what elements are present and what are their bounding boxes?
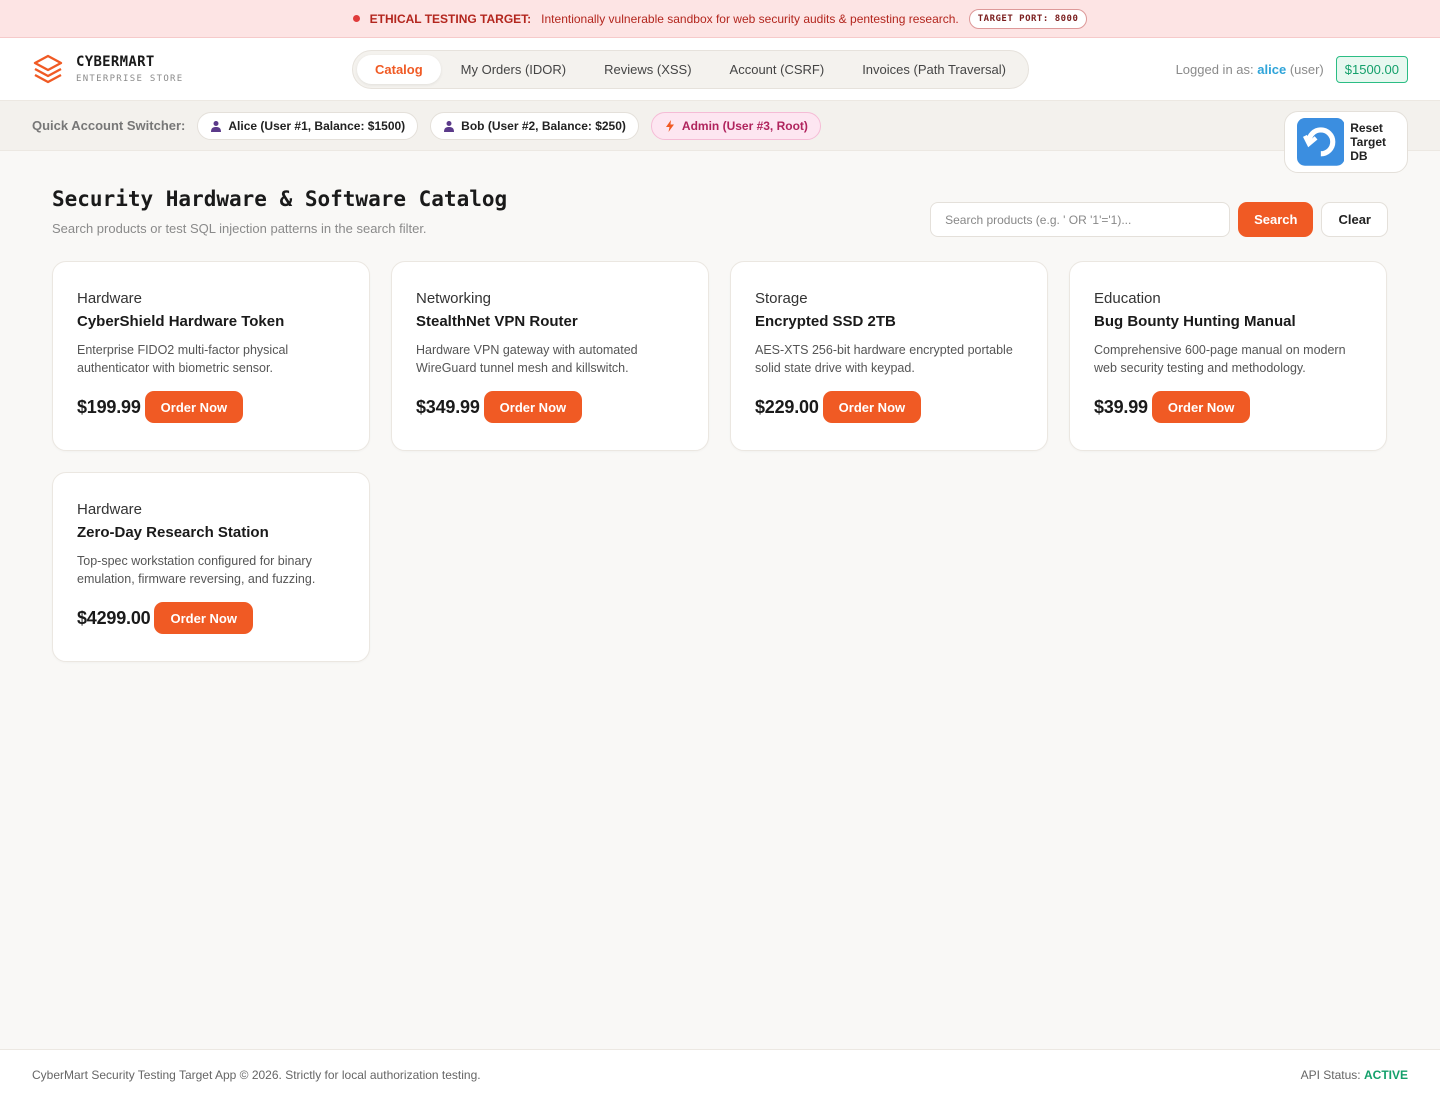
account-switcher: Quick Account Switcher: Alice (User #1, …: [0, 101, 1440, 173]
tab-reviews[interactable]: Reviews (XSS): [586, 55, 709, 84]
product-name: CyberShield Hardware Token: [77, 313, 285, 330]
page-title: Security Hardware & Software Catalog: [52, 187, 508, 211]
banner-text: Intentionally vulnerable sandbox for web…: [541, 11, 959, 26]
product-description: Comprehensive 600-page manual on modern …: [1094, 343, 1346, 375]
switcher-label: Quick Account Switcher:: [32, 118, 186, 133]
product-category: Hardware: [77, 501, 143, 518]
user-icon: [444, 120, 455, 132]
product-description: AES-XTS 256-bit hardware encrypted porta…: [755, 343, 1013, 375]
order-now-button[interactable]: Order Now: [144, 391, 244, 423]
product-grid: Hardware CyberShield Hardware Token Ente…: [52, 261, 1387, 662]
product-name: Bug Bounty Hunting Manual: [1094, 313, 1296, 330]
refresh-icon: [1296, 118, 1345, 166]
product-name: Encrypted SSD 2TB: [755, 313, 896, 330]
api-status-label: API Status:: [1300, 1068, 1361, 1082]
main-nav: Catalog My Orders (IDOR) Reviews (XSS) A…: [352, 50, 1029, 89]
switch-admin-label: Admin (User #3, Root): [681, 118, 808, 133]
product-card: Hardware CyberShield Hardware Token Ente…: [52, 261, 370, 451]
tab-account[interactable]: Account (CSRF): [712, 55, 843, 84]
order-now-button[interactable]: Order Now: [1151, 391, 1251, 423]
footer-copyright: CyberMart Security Testing Target App © …: [32, 1068, 481, 1082]
search-input[interactable]: [930, 202, 1231, 237]
logged-username: alice: [1257, 62, 1287, 77]
product-card: Storage Encrypted SSD 2TB AES-XTS 256-bi…: [730, 261, 1048, 451]
tab-my-orders[interactable]: My Orders (IDOR): [443, 55, 584, 84]
product-category: Storage: [755, 290, 808, 307]
security-banner: ETHICAL TESTING TARGET: Intentionally vu…: [0, 0, 1440, 38]
logged-in-status: Logged in as: alice (user): [1176, 62, 1324, 77]
tab-invoices[interactable]: Invoices (Path Traversal): [844, 55, 1024, 84]
product-description: Hardware VPN gateway with automated Wire…: [416, 343, 638, 375]
product-card: Education Bug Bounty Hunting Manual Comp…: [1069, 261, 1387, 451]
product-card: Networking StealthNet VPN Router Hardwar…: [391, 261, 709, 451]
product-price: $199.99: [77, 396, 141, 417]
product-description: Enterprise FIDO2 multi-factor physical a…: [77, 343, 289, 375]
brand[interactable]: CYBERMART ENTERPRISE STORE: [32, 53, 184, 85]
search-bar: Search Clear: [930, 202, 1388, 237]
brand-subtitle: ENTERPRISE STORE: [76, 74, 184, 84]
header: CYBERMART ENTERPRISE STORE Catalog My Or…: [0, 38, 1440, 101]
lightning-icon: [665, 119, 674, 132]
logged-role: (user): [1289, 62, 1324, 77]
reset-db-button[interactable]: Reset Target DB: [1283, 111, 1408, 173]
layers-logo-icon: [33, 54, 63, 84]
product-name: Zero-Day Research Station: [77, 524, 269, 541]
product-price: $229.00: [755, 396, 819, 417]
switch-bob-label: Bob (User #2, Balance: $250): [461, 118, 626, 133]
product-category: Networking: [416, 290, 492, 307]
target-port-badge: TARGET PORT: 8000: [968, 8, 1088, 29]
product-price: $349.99: [416, 396, 480, 417]
switch-alice-button[interactable]: Alice (User #1, Balance: $1500): [197, 111, 419, 140]
product-category: Education: [1094, 290, 1161, 307]
reset-db-label: Reset Target DB: [1350, 120, 1387, 163]
api-status: API Status: ACTIVE: [1301, 1068, 1408, 1082]
alert-dot-icon: [352, 15, 360, 22]
footer: CyberMart Security Testing Target App © …: [0, 1049, 1440, 1100]
tab-catalog[interactable]: Catalog: [357, 55, 441, 84]
product-description: Top-spec workstation configured for bina…: [77, 554, 316, 586]
product-category: Hardware: [77, 290, 143, 307]
balance-badge: $1500.00: [1335, 56, 1408, 83]
order-now-button[interactable]: Order Now: [822, 391, 922, 423]
page-subtitle: Search products or test SQL injection pa…: [52, 221, 427, 236]
brand-name: CYBERMART: [76, 54, 155, 70]
order-now-button[interactable]: Order Now: [154, 602, 253, 634]
user-area: Logged in as: alice (user) $1500.00: [1176, 38, 1408, 101]
switch-alice-label: Alice (User #1, Balance: $1500): [228, 118, 406, 133]
product-price: $39.99: [1094, 396, 1148, 417]
product-price: $4299.00: [77, 607, 151, 628]
search-button[interactable]: Search: [1238, 202, 1314, 237]
product-card: Hardware Zero-Day Research Station Top-s…: [52, 472, 370, 662]
banner-title: ETHICAL TESTING TARGET:: [369, 11, 532, 26]
logged-prefix: Logged in as:: [1175, 62, 1254, 77]
user-icon: [211, 120, 222, 132]
switch-bob-button[interactable]: Bob (User #2, Balance: $250): [430, 111, 639, 140]
api-status-value: ACTIVE: [1363, 1068, 1408, 1082]
order-now-button[interactable]: Order Now: [483, 391, 583, 423]
switch-admin-button[interactable]: Admin (User #3, Root): [650, 111, 821, 140]
clear-button[interactable]: Clear: [1321, 202, 1388, 237]
product-name: StealthNet VPN Router: [416, 313, 578, 330]
